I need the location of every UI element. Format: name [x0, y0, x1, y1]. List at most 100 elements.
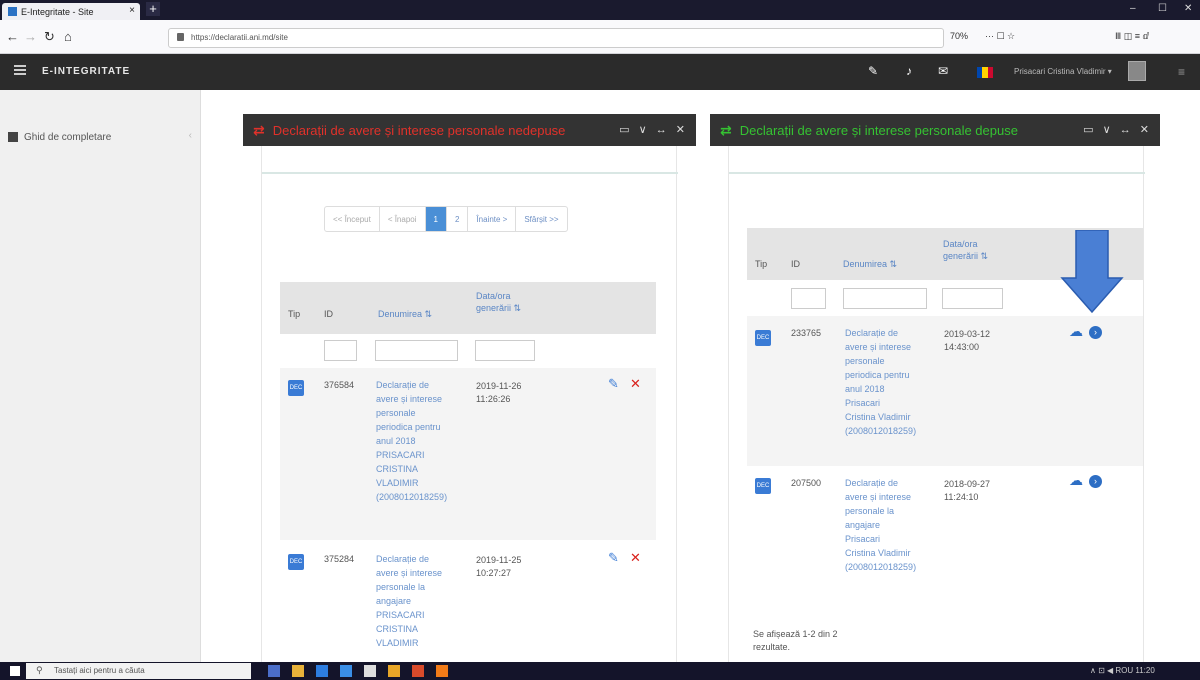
minimize-button[interactable]: – — [1130, 3, 1136, 14]
panel-header: ⇄ Declarații de avere și interese person… — [710, 114, 1160, 146]
divider — [262, 172, 678, 174]
col-name[interactable]: Denumirea ⇅ — [378, 309, 432, 320]
forward-button[interactable]: → — [24, 29, 37, 44]
user-menu[interactable]: Prisacari Cristina Vladimir ▾ — [1014, 67, 1112, 76]
row-name-line: Cristina Vladimir — [845, 412, 911, 422]
row-name-line: avere și interese — [376, 394, 443, 404]
panel-body: Tip ID Denumirea ⇅ Data/ora generării ⇅ … — [728, 146, 1145, 666]
pager-item-4[interactable]: Înainte > — [468, 207, 517, 231]
store-icon[interactable] — [340, 665, 352, 677]
home-button[interactable]: ⌂ — [64, 29, 72, 44]
browser-tab-bar: E-Integritate - Site × + – ☐ ✕ — [0, 0, 1200, 20]
cloud-download-icon[interactable]: ☁ — [1069, 472, 1083, 489]
cloud-download-icon[interactable]: ☁ — [1069, 323, 1083, 340]
hamburger-icon[interactable]: ≡ — [1178, 65, 1185, 79]
browser-nav-bar: ← → ↻ ⌂ https://declaratii.ani.md/site 7… — [0, 20, 1200, 54]
delete-icon[interactable]: ✕ — [630, 376, 641, 392]
chevron-left-icon: ‹ — [188, 130, 192, 141]
row-name-line: Prisacari — [845, 534, 881, 544]
file-explorer-icon[interactable] — [292, 665, 304, 677]
windows-start-icon[interactable] — [10, 666, 20, 676]
row-name-line: avere și interese — [376, 568, 443, 578]
arrows-icon: ⇄ — [253, 121, 265, 138]
wrench-icon[interactable]: ✎ — [868, 64, 878, 78]
row-date-line: 2019-03-12 — [944, 329, 991, 339]
col-name[interactable]: Denumirea ⇅ — [843, 259, 897, 270]
row-name-line: CRISTINA — [376, 624, 419, 634]
page-actions[interactable]: ··· ☐ ☆ — [985, 31, 1015, 42]
maximize-button[interactable]: ☐ — [1158, 3, 1167, 14]
lock-icon — [177, 33, 184, 41]
system-tray[interactable]: ∧ ⊡ ◀ ROU 11:20 — [1090, 666, 1155, 675]
edit-icon[interactable]: ✎ — [608, 550, 619, 566]
app-icon[interactable] — [388, 665, 400, 677]
reload-button[interactable]: ↻ — [44, 29, 55, 45]
doc-type-badge: DEC — [755, 478, 771, 494]
row-name-line: Declarație de — [376, 380, 430, 390]
row-name-link[interactable]: Declarație de avere și interese personale p… — [845, 326, 916, 438]
task-view-icon[interactable] — [268, 665, 280, 677]
col-id[interactable]: ID — [791, 259, 800, 269]
col-date[interactable]: Data/ora generării ⇅ — [476, 290, 546, 314]
row-name-line: Prisacari — [845, 398, 881, 408]
avatar[interactable] — [1128, 61, 1146, 81]
col-id[interactable]: ID — [324, 309, 333, 319]
bell-icon[interactable]: ♪ — [906, 64, 912, 78]
browser-tab[interactable]: E-Integritate - Site × — [2, 3, 140, 20]
filter-id-input[interactable] — [324, 340, 357, 361]
panel-tools[interactable]: ▭ ∨ ↔ ✕ — [619, 123, 688, 136]
pager-item-2[interactable]: 1 — [425, 207, 447, 231]
app-icon[interactable] — [364, 665, 376, 677]
filter-name-input[interactable] — [843, 288, 927, 309]
table-row: DEC 233765 Declarație de avere și interes… — [747, 316, 1143, 466]
row-name-link[interactable]: Declarație de avere și interese personale … — [376, 552, 442, 650]
edit-icon[interactable]: ✎ — [608, 376, 619, 392]
row-name-link[interactable]: Declarație de avere și interese personale p… — [376, 378, 447, 504]
row-date-line: 2019-11-26 — [476, 381, 522, 391]
row-name-line: avere și interese — [845, 342, 912, 352]
brand-logo[interactable]: E-INTEGRITATE — [42, 66, 130, 77]
row-name-line: (2008012018259) — [845, 426, 917, 436]
delete-icon[interactable]: ✕ — [630, 550, 641, 566]
pagination: << Început < Înapoi 1 2 Înainte > Sfârșit >> — [324, 206, 568, 232]
book-icon — [8, 132, 18, 142]
firefox-icon[interactable] — [436, 665, 448, 677]
menu-toggle-icon[interactable] — [14, 65, 26, 75]
tab-close-button[interactable]: × — [129, 5, 135, 16]
row-name-link[interactable]: Declarație de avere și interese personale … — [845, 476, 916, 574]
row-name-line: periodica pentru — [376, 422, 441, 432]
annotation-arrow-icon — [1060, 230, 1124, 314]
filter-date-input[interactable] — [942, 288, 1003, 309]
new-tab-button[interactable]: + — [146, 2, 160, 16]
pager-item-5[interactable]: Sfârșit >> — [516, 207, 566, 231]
back-button[interactable]: ← — [6, 29, 19, 44]
arrow-circle-icon[interactable]: › — [1089, 326, 1102, 339]
panel-body: << Început < Înapoi 1 2 Înainte > Sfârșit >> … — [261, 146, 678, 666]
pager-item-3[interactable]: 2 — [447, 207, 469, 231]
row-name-line: avere și interese — [845, 492, 912, 502]
filter-name-input[interactable] — [375, 340, 458, 361]
row-date-line: 2019-11-25 — [476, 555, 522, 565]
sidebar-item-guide[interactable]: Ghid de completare ‹ — [8, 127, 194, 147]
filter-date-input[interactable] — [475, 340, 535, 361]
url-bar[interactable]: https://declaratii.ani.md/site — [168, 28, 944, 48]
chrome-icon[interactable] — [412, 665, 424, 677]
taskbar-search-input[interactable]: ⚲ Tastați aici pentru a căuta — [26, 663, 251, 679]
close-window-button[interactable]: ✕ — [1184, 3, 1192, 14]
arrows-icon: ⇄ — [720, 121, 732, 138]
edge-icon[interactable] — [316, 665, 328, 677]
panel-tools[interactable]: ▭ ∨ ↔ ✕ — [1083, 123, 1152, 136]
flag-icon[interactable] — [977, 67, 993, 78]
filter-id-input[interactable] — [791, 288, 826, 309]
row-name-line: angajare — [845, 520, 881, 530]
zoom-level[interactable]: 70% — [950, 31, 968, 41]
row-date: 2019-03-12 14:43:00 — [944, 328, 990, 354]
row-name-line: personale — [376, 408, 416, 418]
row-name-line: periodica pentru — [845, 370, 910, 380]
divider — [729, 172, 1145, 174]
row-id: 375284 — [324, 554, 355, 564]
arrow-circle-icon[interactable]: › — [1089, 475, 1102, 488]
col-date[interactable]: Data/ora generării ⇅ — [943, 238, 1013, 262]
envelope-icon[interactable]: ✉ — [938, 64, 948, 78]
extension-icons[interactable]: Ⅲ ◫ ≡ ⅆ — [1115, 31, 1149, 42]
